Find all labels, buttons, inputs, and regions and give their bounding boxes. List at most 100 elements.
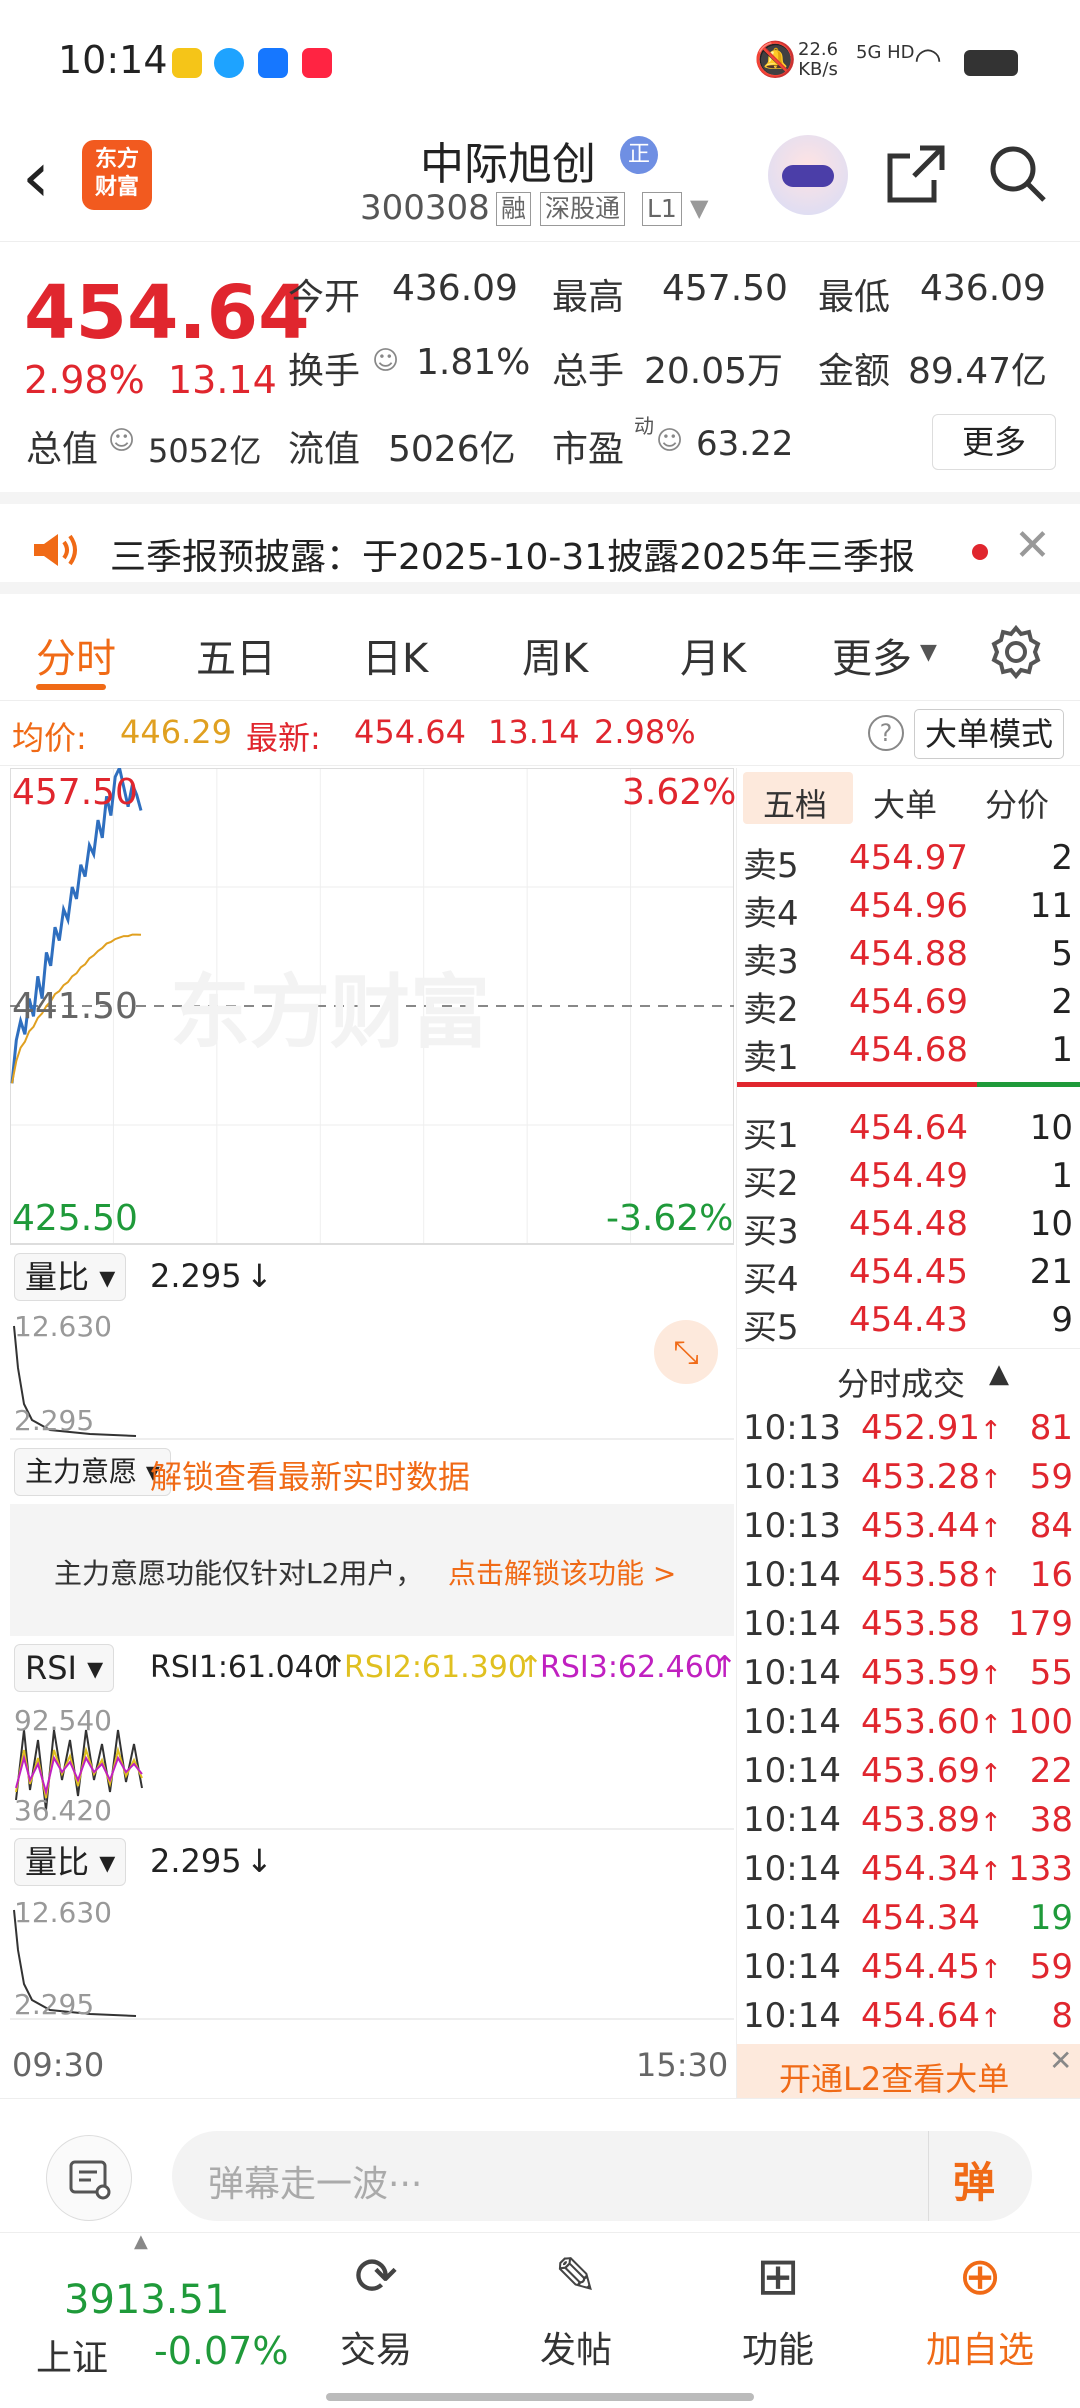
ask-price: 454.96	[849, 886, 968, 926]
trade-volume: 100	[1008, 1702, 1073, 1742]
bid-row[interactable]: 买2 454.49 1	[737, 1156, 1080, 1204]
tab-more[interactable]: 更多	[832, 626, 912, 684]
ask-row[interactable]: 卖1 454.68 1	[737, 1030, 1080, 1078]
danmu-placeholder: 弹幕走一波···	[208, 2164, 423, 2205]
trade-direction-icon: ↑	[979, 2004, 1002, 2034]
ask-row[interactable]: 卖5 454.97 2	[737, 838, 1080, 886]
volume-ratio-value-2: 2.295	[150, 1842, 242, 1880]
weibo-app-icon	[172, 48, 202, 78]
tab-weekly-k[interactable]: 周K	[522, 626, 588, 684]
ai-assistant-icon[interactable]	[768, 135, 848, 215]
tab-monthly-k[interactable]: 月K	[680, 626, 746, 684]
index-ticker[interactable]: ▲ 3913.51 上证 -0.07%	[0, 2231, 300, 2408]
expand-icon[interactable]: ⤡	[654, 1320, 718, 1384]
volume-ratio-max: 12.630	[14, 1310, 112, 1343]
more-button[interactable]: 更多	[932, 414, 1056, 470]
trade-volume: 133	[1008, 1849, 1073, 1889]
bid-level: 买1	[743, 1116, 799, 1156]
trade-time: 10:14	[743, 1702, 841, 1742]
ask-price: 454.69	[849, 982, 968, 1022]
level1-tag: L1	[642, 192, 682, 226]
amount-label: 金额	[818, 351, 891, 392]
trade-time: 10:13	[743, 1408, 841, 1448]
big-order-mode-button[interactable]: 大单模式	[914, 709, 1064, 759]
ask-level: 卖4	[743, 894, 799, 934]
info-icon[interactable]: ☺	[372, 346, 399, 376]
trade-time: 10:14	[743, 1898, 841, 1938]
notice-text[interactable]: 三季报预披露：于2025-10-31披露2025年三季报	[110, 528, 915, 580]
back-arrow-icon[interactable]: ‹	[22, 142, 50, 212]
bid-row[interactable]: 买1 454.64 10	[737, 1108, 1080, 1156]
bid-row[interactable]: 买5 454.43 9	[737, 1300, 1080, 1348]
unlock-realtime-link[interactable]: 解锁查看最新实时数据	[150, 1452, 470, 1498]
comments-toggle[interactable]	[46, 2135, 132, 2221]
danmu-input[interactable]: 弹幕走一波··· 弹	[172, 2131, 1032, 2221]
tab-price-distribution[interactable]: 分价	[985, 780, 1049, 826]
ask-row[interactable]: 卖4 454.96 11	[737, 886, 1080, 934]
nav-add-watchlist[interactable]: ⊕ 加自选	[900, 2233, 1060, 2408]
avg-label: 均价:	[12, 719, 87, 757]
signal-icon: 5G HD	[856, 42, 915, 63]
gear-icon[interactable]	[988, 624, 1044, 680]
ask-row[interactable]: 卖3 454.88 5	[737, 934, 1080, 982]
info-icon[interactable]: ☺	[656, 426, 683, 456]
bid-price: 454.45	[849, 1252, 968, 1292]
nav-functions[interactable]: ⊞ 功能	[698, 2233, 858, 2408]
time-start-label: 09:30	[12, 2046, 105, 2084]
rsi-dropdown[interactable]: RSI ▾	[14, 1644, 115, 1692]
speaker-icon	[34, 534, 77, 566]
info-icon[interactable]: ☺	[108, 426, 135, 456]
trade-price: 454.64↑	[861, 1996, 1002, 2036]
trade-row: 10:14 453.58 179	[737, 1604, 1080, 1652]
tab-big-order[interactable]: 大单	[873, 780, 937, 826]
trade-row: 10:14 454.64↑ 8	[737, 1996, 1080, 2044]
main-intent-dropdown[interactable]: 主力意愿 ▾	[14, 1448, 171, 1496]
close-icon[interactable]: ✕	[1049, 2044, 1072, 2077]
l2-note-text: 主力意愿功能仅针对L2用户，	[54, 1557, 424, 1590]
trade-volume: 59	[1029, 1947, 1073, 1987]
trades-header[interactable]: 分时成交 ▲	[737, 1348, 1080, 1404]
turnover-label: 换手	[288, 351, 361, 392]
tab-five-level[interactable]: 五档	[763, 780, 827, 826]
help-icon[interactable]: ?	[868, 715, 904, 751]
l2-banner[interactable]: 开通L2查看大单 ✕	[737, 2044, 1080, 2098]
trade-volume: 16	[1029, 1555, 1073, 1595]
sz-connect-tag: 深股通	[540, 192, 626, 226]
trade-time: 10:14	[743, 1751, 841, 1791]
bid-price: 454.43	[849, 1300, 968, 1340]
xiaohongshu-app-icon	[302, 48, 332, 78]
tab-daily-k[interactable]: 日K	[362, 626, 428, 684]
nav-add-watchlist-label: 加自选	[925, 2330, 1034, 2371]
bid-row[interactable]: 买3 454.48 10	[737, 1204, 1080, 1252]
trade-time: 10:14	[743, 1604, 841, 1644]
tab-five-day[interactable]: 五日	[196, 626, 276, 684]
volume-ratio-dropdown[interactable]: 量比 ▾	[14, 1253, 127, 1301]
share-icon[interactable]	[884, 142, 948, 206]
margin-tag: 融	[496, 192, 532, 226]
stock-name[interactable]: 中际旭创	[420, 128, 596, 192]
search-icon[interactable]	[986, 142, 1050, 206]
notice-bar[interactable]: 三季报预披露：于2025-10-31披露2025年三季报 ✕	[0, 492, 1080, 594]
chevron-down-icon[interactable]: ▼	[690, 194, 708, 222]
chevron-down-icon[interactable]: ▼	[920, 640, 937, 665]
bid-level: 买2	[743, 1164, 799, 1204]
l2-banner-text[interactable]: 开通L2查看大单	[779, 2054, 1009, 2100]
nav-post[interactable]: ✎ 发帖	[496, 2233, 656, 2408]
l2-unlock-link[interactable]: 点击解锁该功能 >	[448, 1552, 676, 1592]
danmu-send-button[interactable]: 弹	[928, 2131, 1032, 2221]
bid-row[interactable]: 买4 454.45 21	[737, 1252, 1080, 1300]
volume-ratio-dropdown-2[interactable]: 量比 ▾	[14, 1838, 127, 1886]
ask-volume: 5	[1051, 934, 1073, 974]
triangle-up-icon: ▲	[989, 1359, 1009, 1389]
nav-trade[interactable]: ⟳ 交易	[296, 2233, 456, 2408]
tab-intraday[interactable]: 分时	[36, 626, 116, 684]
close-icon[interactable]: ✕	[1014, 520, 1051, 571]
trade-price: 453.89↑	[861, 1800, 1002, 1840]
trade-row: 10:14 453.69↑ 22	[737, 1751, 1080, 1799]
ask-volume: 2	[1051, 838, 1073, 878]
trade-direction-icon: ↑	[979, 1710, 1002, 1740]
trade-direction-icon: ↑	[979, 1563, 1002, 1593]
ask-row[interactable]: 卖2 454.69 2	[737, 982, 1080, 1030]
ask-price: 454.88	[849, 934, 968, 974]
price-mid-label: 441.50	[12, 986, 138, 1027]
